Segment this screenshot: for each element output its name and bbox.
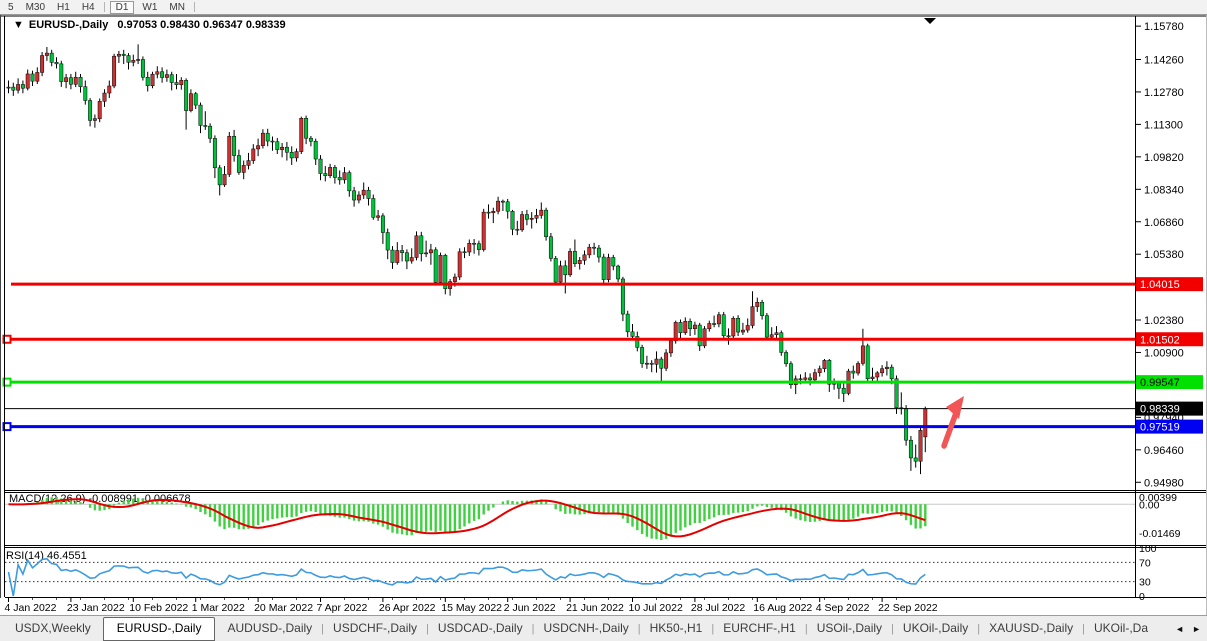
price-chart-canvas[interactable]: 0.003990.00-0.01469 10070300 1.157801.14… bbox=[0, 0, 1207, 641]
svg-text:0.00: 0.00 bbox=[1139, 499, 1160, 511]
timeframe-button-mn[interactable]: MN bbox=[163, 2, 191, 13]
svg-text:1 Mar 2022: 1 Mar 2022 bbox=[192, 602, 245, 614]
horizontal-line-0.99547[interactable] bbox=[4, 379, 1136, 386]
mt4-chart-window: 5M30H1H4D1W1MN ▼EURUSD-,Daily0.97053 0.9… bbox=[0, 0, 1207, 641]
macd-panel: 0.003990.00-0.01469 bbox=[5, 492, 1181, 540]
timeframe-button-5[interactable]: 5 bbox=[2, 2, 20, 13]
svg-text:1.01502: 1.01502 bbox=[1140, 334, 1180, 346]
tab-scroll-right-icon[interactable]: ► bbox=[1192, 624, 1201, 634]
svg-text:23 Jan 2022: 23 Jan 2022 bbox=[67, 602, 125, 614]
svg-text:0.94980: 0.94980 bbox=[1144, 477, 1184, 489]
tab-eurusd-daily[interactable]: EURUSD-,Daily bbox=[103, 617, 216, 641]
tab-usdcnh-daily[interactable]: USDCNH-,Daily bbox=[534, 617, 637, 640]
timeframe-button-h4[interactable]: H4 bbox=[76, 2, 101, 13]
tab-usdx-weekly[interactable]: USDX,Weekly bbox=[6, 617, 100, 640]
horizontal-line-1.01502[interactable] bbox=[4, 336, 1136, 343]
timeframe-button-w1[interactable]: W1 bbox=[136, 2, 163, 13]
tab-ukoil-daily[interactable]: UKOil-,Daily bbox=[894, 617, 977, 640]
horizontal-lines[interactable] bbox=[4, 284, 1136, 430]
svg-text:1.04015: 1.04015 bbox=[1140, 279, 1180, 291]
svg-text:-0.01469: -0.01469 bbox=[1139, 528, 1181, 540]
svg-text:1.00900: 1.00900 bbox=[1144, 347, 1184, 359]
svg-text:16 Aug 2022: 16 Aug 2022 bbox=[753, 602, 812, 614]
tab-audusd-daily[interactable]: AUDUSD-,Daily bbox=[218, 617, 321, 640]
timeframe-button-h1[interactable]: H1 bbox=[51, 2, 76, 13]
svg-text:0.97519: 0.97519 bbox=[1140, 422, 1180, 434]
tab-eurchf-h1[interactable]: EURCHF-,H1 bbox=[714, 617, 805, 640]
svg-text:28 Jul 2022: 28 Jul 2022 bbox=[691, 602, 745, 614]
tab-usoil-daily[interactable]: USOil-,Daily bbox=[808, 617, 891, 640]
timeframe-button-d1[interactable]: D1 bbox=[110, 1, 135, 14]
svg-text:1.11300: 1.11300 bbox=[1144, 119, 1183, 131]
panel-borders bbox=[0, 15, 1207, 615]
timeframe-button-m30[interactable]: M30 bbox=[20, 2, 51, 13]
svg-text:4 Jan 2022: 4 Jan 2022 bbox=[5, 602, 57, 614]
svg-text:10 Feb 2022: 10 Feb 2022 bbox=[129, 602, 188, 614]
tab-ukoil-da[interactable]: UKOil-,Da bbox=[1085, 617, 1157, 640]
svg-text:0.98339: 0.98339 bbox=[1140, 404, 1180, 416]
candlesticks[interactable] bbox=[7, 44, 927, 474]
svg-text:10 Jul 2022: 10 Jul 2022 bbox=[629, 602, 683, 614]
svg-text:15 May 2022: 15 May 2022 bbox=[441, 602, 502, 614]
svg-text:26 Apr 2022: 26 Apr 2022 bbox=[379, 602, 436, 614]
svg-text:20 Mar 2022: 20 Mar 2022 bbox=[254, 602, 313, 614]
svg-text:21 Jun 2022: 21 Jun 2022 bbox=[566, 602, 624, 614]
toolbar-divider bbox=[104, 2, 105, 12]
toolbar-divider bbox=[194, 2, 195, 12]
trend-arrow-annotation[interactable] bbox=[944, 396, 964, 446]
symbol-tab-bar: USDX,WeeklyEURUSD-,DailyAUDUSD-,Daily|US… bbox=[0, 615, 1207, 641]
svg-text:1.12780: 1.12780 bbox=[1144, 87, 1184, 99]
svg-text:30: 30 bbox=[1139, 577, 1151, 589]
svg-text:70: 70 bbox=[1139, 557, 1151, 569]
chart-shift-marker-icon[interactable] bbox=[924, 18, 936, 24]
svg-text:2 Jun 2022: 2 Jun 2022 bbox=[504, 602, 556, 614]
svg-text:100: 100 bbox=[1139, 543, 1157, 555]
timeframe-toolbar: 5M30H1H4 D1W1MN bbox=[0, 0, 1207, 15]
tab-xauusd-daily[interactable]: XAUUSD-,Daily bbox=[980, 617, 1082, 640]
svg-text:1.09820: 1.09820 bbox=[1144, 152, 1184, 164]
svg-text:0.99547: 0.99547 bbox=[1140, 377, 1180, 389]
svg-text:1.08340: 1.08340 bbox=[1144, 184, 1184, 196]
rsi-panel: 10070300 bbox=[5, 543, 1157, 603]
svg-text:1.02380: 1.02380 bbox=[1144, 315, 1184, 327]
tab-usdchf-daily[interactable]: USDCHF-,Daily bbox=[324, 617, 426, 640]
svg-text:1.06860: 1.06860 bbox=[1144, 217, 1184, 229]
tab-scroll-left-icon[interactable]: ◄ bbox=[1175, 624, 1184, 634]
svg-text:0.96460: 0.96460 bbox=[1144, 445, 1184, 457]
horizontal-line-0.97519[interactable] bbox=[4, 423, 1136, 430]
tab-hk50-h1[interactable]: HK50-,H1 bbox=[641, 617, 712, 640]
svg-text:1.14260: 1.14260 bbox=[1144, 54, 1184, 66]
svg-text:1.15780: 1.15780 bbox=[1144, 21, 1184, 33]
date-axis[interactable]: 4 Jan 2022 23 Jan 2022 10 Feb 2022 1 Mar 20… bbox=[5, 598, 938, 614]
svg-text:1.05380: 1.05380 bbox=[1144, 249, 1184, 261]
tab-usdcad-daily[interactable]: USDCAD-,Daily bbox=[429, 617, 532, 640]
svg-text:22 Sep 2022: 22 Sep 2022 bbox=[878, 602, 938, 614]
svg-text:4 Sep 2022: 4 Sep 2022 bbox=[816, 602, 870, 614]
svg-text:7 Apr 2022: 7 Apr 2022 bbox=[317, 602, 368, 614]
